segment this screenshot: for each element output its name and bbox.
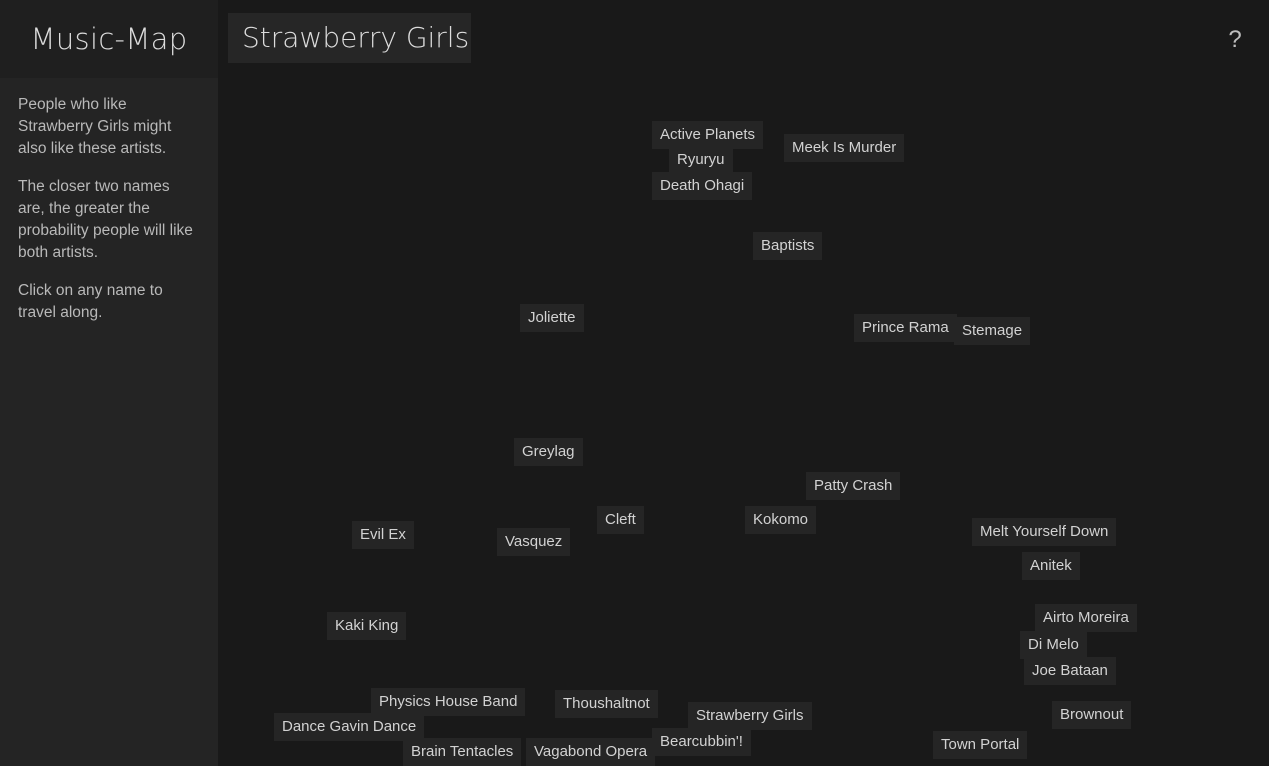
- artist-link[interactable]: Meek Is Murder: [784, 134, 905, 162]
- artist-link[interactable]: Vagabond Opera: [526, 738, 656, 766]
- artist-map: Active Planets Meek Is Murder Ryuryu Dea…: [218, 78, 1269, 766]
- info-sidebar: People who like Strawberry Girls might a…: [0, 78, 218, 766]
- artist-link[interactable]: Evil Ex: [352, 521, 414, 549]
- artist-link[interactable]: Thoushaltnot: [555, 690, 658, 718]
- artist-link[interactable]: Kokomo: [745, 506, 817, 534]
- artist-link[interactable]: Dance Gavin Dance: [274, 713, 425, 741]
- artist-search-input[interactable]: Strawberry Girls: [228, 13, 471, 63]
- artist-link[interactable]: Kaki King: [327, 612, 407, 640]
- artist-link[interactable]: Brain Tentacles: [403, 738, 522, 766]
- artist-link[interactable]: Bearcubbin'!: [652, 728, 751, 756]
- artist-link[interactable]: Joe Bataan: [1024, 657, 1116, 685]
- artist-link[interactable]: Patty Crash: [806, 472, 901, 500]
- artist-link[interactable]: Vasquez: [497, 528, 571, 556]
- artist-link[interactable]: Strawberry Girls: [688, 702, 812, 730]
- artist-link[interactable]: Cleft: [597, 506, 644, 534]
- artist-link[interactable]: Ryuryu: [669, 146, 733, 174]
- artist-link[interactable]: Stemage: [954, 317, 1031, 345]
- artist-link[interactable]: Death Ohagi: [652, 172, 753, 200]
- artist-link[interactable]: Prince Rama: [854, 314, 957, 342]
- music-map-app: Music-Map Strawberry Girls ? People who …: [0, 0, 1269, 766]
- closeness-text: The closer two names are, the greater th…: [18, 178, 193, 261]
- artist-link[interactable]: Di Melo: [1020, 631, 1087, 659]
- intro-text: People who like Strawberry Girls might a…: [18, 96, 172, 157]
- artist-link[interactable]: Active Planets: [652, 121, 764, 149]
- artist-link[interactable]: Airto Moreira: [1035, 604, 1137, 632]
- help-button[interactable]: ?: [1224, 22, 1246, 58]
- click-hint-text: Click on any name to travel along.: [18, 282, 163, 321]
- artist-link[interactable]: Baptists: [753, 232, 823, 260]
- artist-link[interactable]: Joliette: [520, 304, 584, 332]
- artist-link[interactable]: Town Portal: [933, 731, 1028, 759]
- site-logo[interactable]: Music-Map: [0, 0, 218, 78]
- artist-link[interactable]: Greylag: [514, 438, 583, 466]
- artist-link[interactable]: Melt Yourself Down: [972, 518, 1117, 546]
- artist-link[interactable]: Physics House Band: [371, 688, 526, 716]
- artist-link[interactable]: Anitek: [1022, 552, 1080, 580]
- artist-link[interactable]: Brownout: [1052, 701, 1132, 729]
